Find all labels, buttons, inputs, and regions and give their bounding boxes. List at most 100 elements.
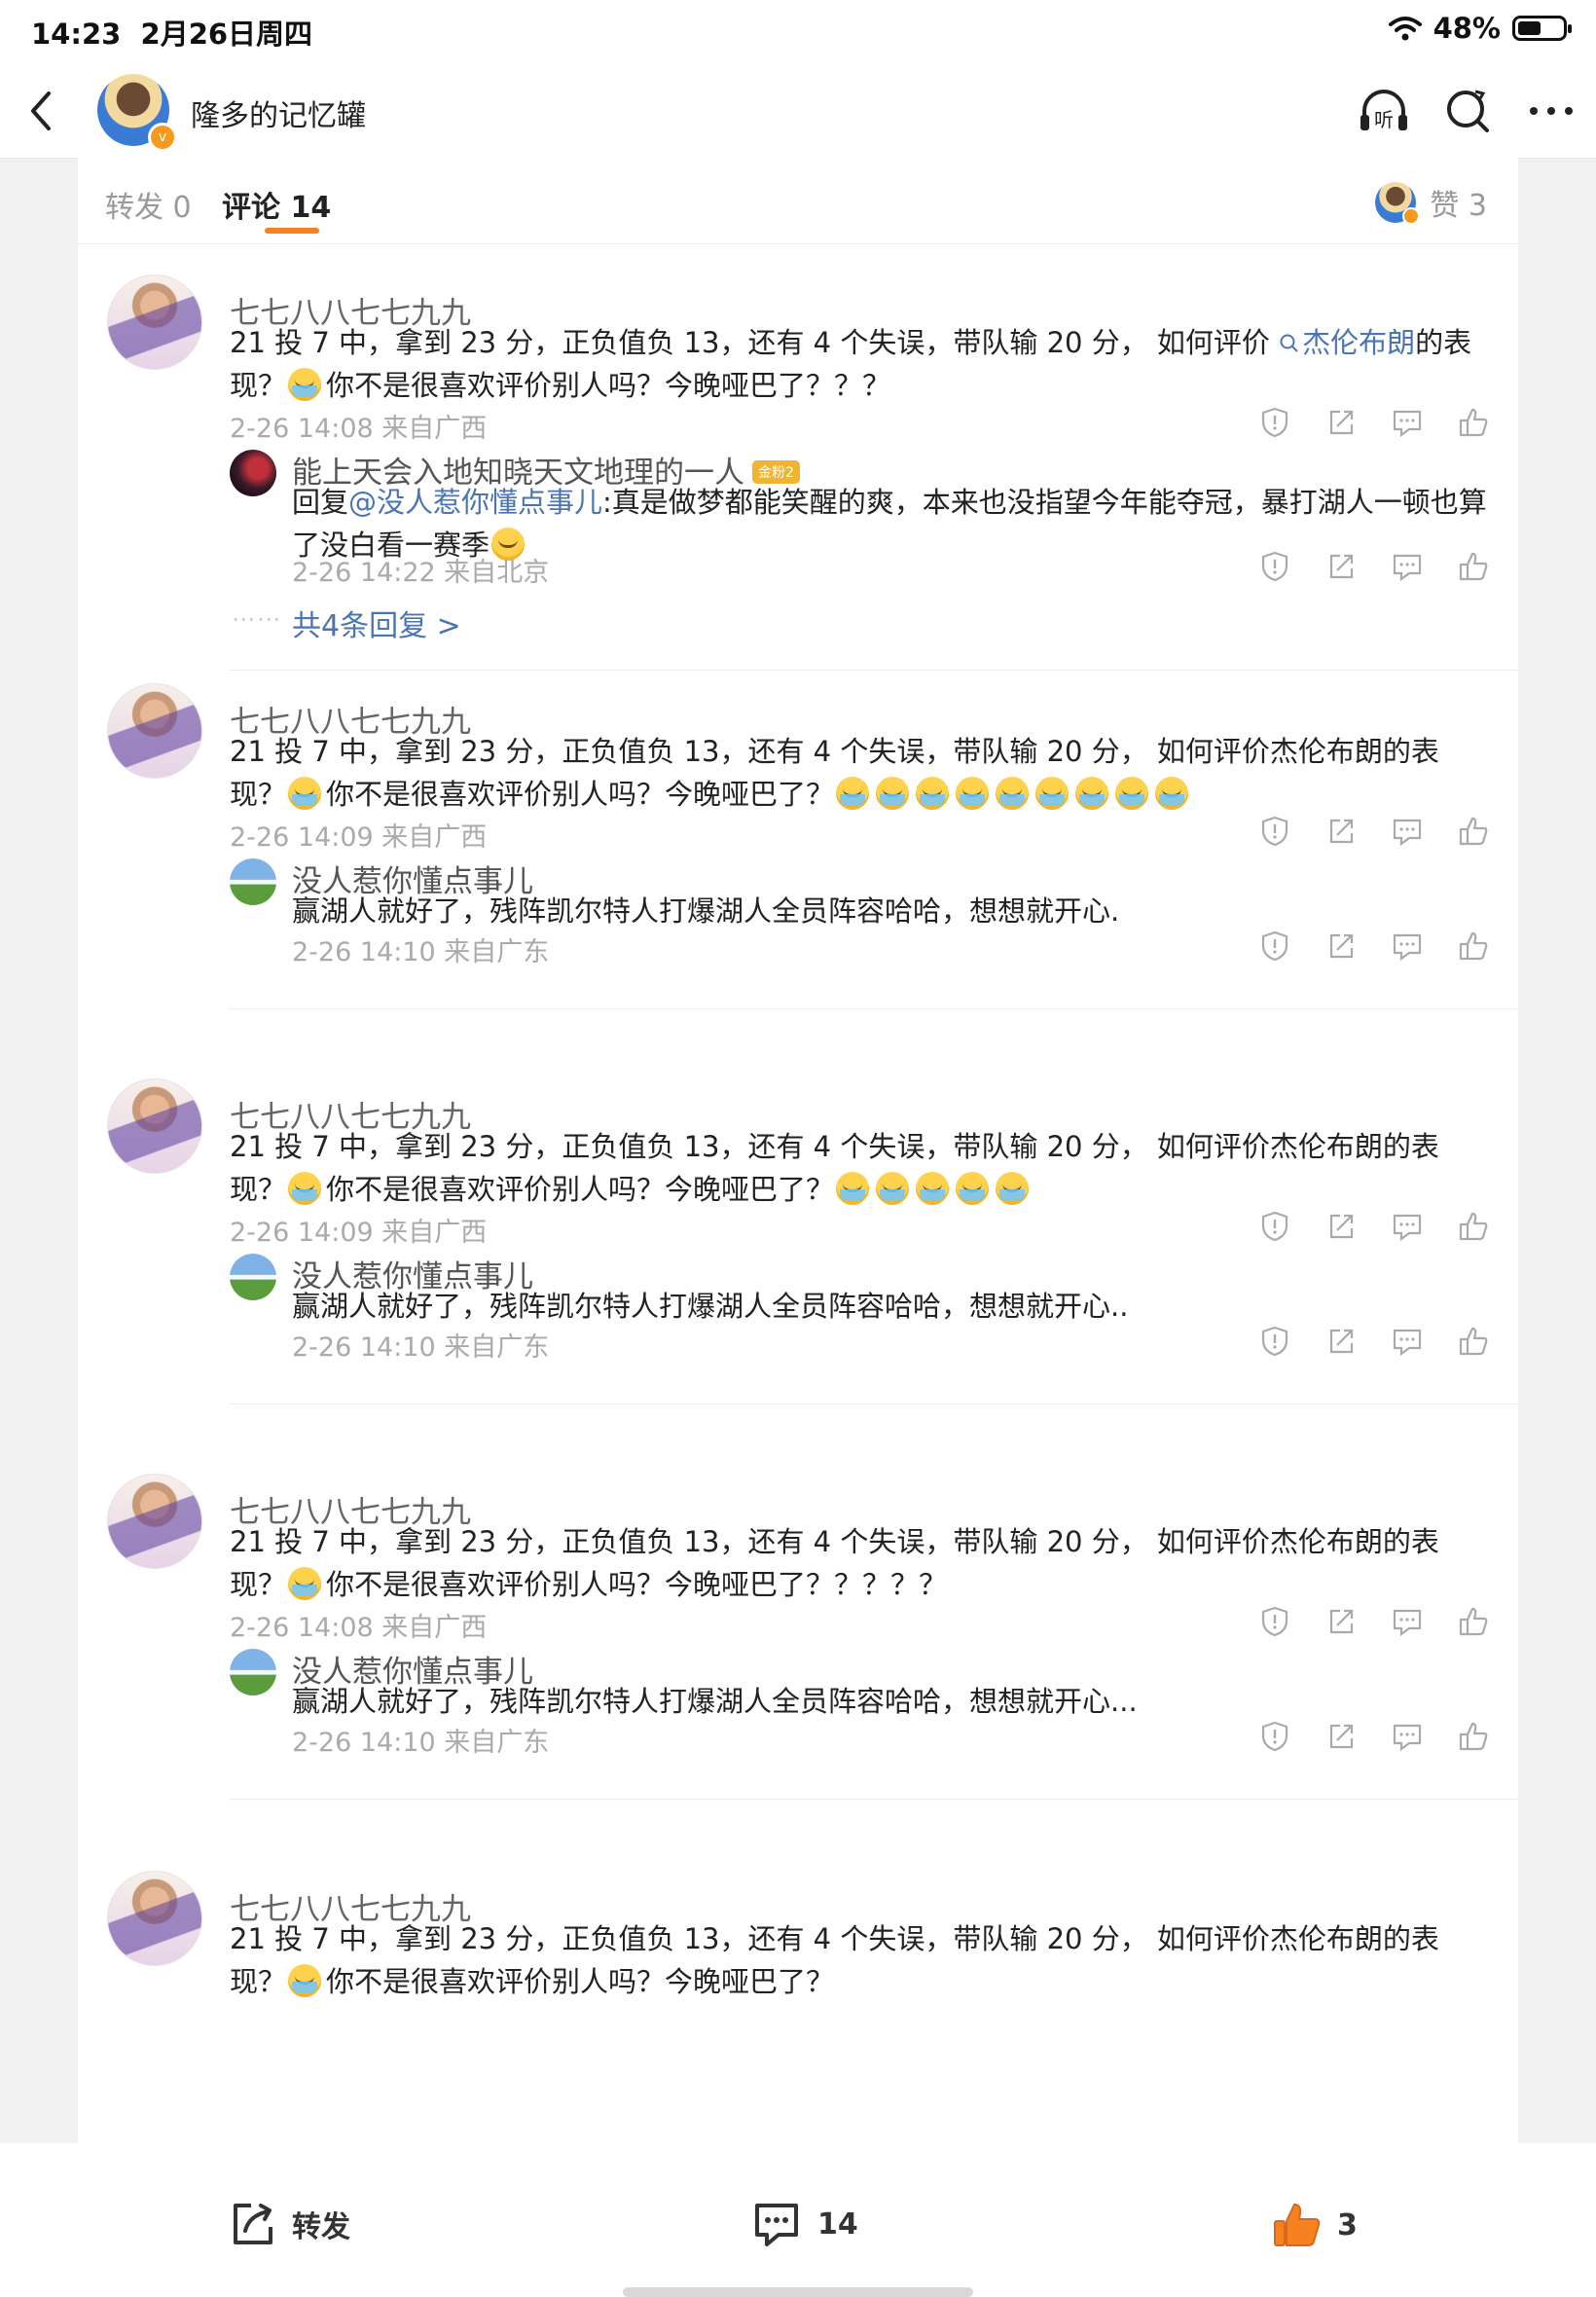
report-icon[interactable] <box>1259 407 1290 438</box>
tab-bar: 转发 0 评论 14 赞 3 <box>78 158 1518 244</box>
wifi-icon <box>1388 17 1422 41</box>
report-icon[interactable] <box>1259 930 1290 962</box>
reply-comment-icon[interactable] <box>1392 1211 1423 1242</box>
comment-actions <box>1259 816 1489 847</box>
replier-avatar[interactable] <box>230 1254 276 1300</box>
reply-meta: 2-26 14:10 来自广东 <box>292 1728 550 1758</box>
divider <box>230 1799 1518 1800</box>
thumbs-up-filled-icon <box>1274 2203 1321 2246</box>
comment-icon <box>755 2204 798 2246</box>
reply-comment-icon[interactable] <box>1392 1326 1423 1357</box>
report-icon[interactable] <box>1259 1606 1290 1637</box>
report-icon[interactable] <box>1259 816 1290 847</box>
comment-button[interactable]: 14 <box>751 2200 858 2248</box>
comment-text: 21 投 7 中，拿到 23 分，正负值负 13，还有 4 个失误，带队输 20… <box>230 1130 1439 1206</box>
crying-emoji-icon <box>876 1172 910 1205</box>
commenter-avatar[interactable] <box>107 1078 202 1174</box>
tab-comment[interactable]: 评论 14 <box>222 183 331 234</box>
like-button[interactable]: 3 <box>1271 2200 1358 2250</box>
thumbs-up-icon[interactable] <box>1458 1211 1489 1242</box>
liker-avatar <box>1375 182 1421 225</box>
share-icon[interactable] <box>1325 551 1357 582</box>
reply-comment-icon[interactable] <box>1392 407 1423 438</box>
repost-button[interactable]: 转发 <box>228 2200 350 2248</box>
battery-percent: 48% <box>1433 12 1501 45</box>
share-icon[interactable] <box>1325 1606 1357 1637</box>
thumbs-up-icon[interactable] <box>1458 816 1489 847</box>
crying-emoji-icon <box>836 1172 870 1205</box>
reply-actions <box>1259 930 1489 962</box>
crying-emoji-icon <box>288 1567 322 1600</box>
report-icon[interactable] <box>1259 551 1290 582</box>
commenter-avatar[interactable] <box>107 1474 202 1569</box>
comment-item: 七七八八七七九九 21 投 7 中，拿到 23 分，正负值负 13，还有 4 个… <box>78 274 1518 671</box>
comment-meta: 2-26 14:09 来自广西 <box>230 822 488 853</box>
crying-emoji-icon <box>956 777 990 810</box>
comment-item: 七七八八七七九九 21 投 7 中，拿到 23 分，正负值负 13，还有 4 个… <box>78 683 1518 1053</box>
thumbs-up-icon[interactable] <box>1458 930 1489 962</box>
thumbs-up-icon[interactable] <box>1458 1721 1489 1752</box>
crying-emoji-icon <box>1115 777 1149 810</box>
reply-comment-icon[interactable] <box>1392 816 1423 847</box>
nav-title[interactable]: 隆多的记忆罐 <box>191 91 366 134</box>
reply-actions <box>1259 551 1489 582</box>
report-icon[interactable] <box>1259 1211 1290 1242</box>
reply-comment-icon[interactable] <box>1392 930 1423 962</box>
share-icon[interactable] <box>1325 930 1357 962</box>
report-icon[interactable] <box>1259 1721 1290 1752</box>
more-replies-link[interactable]: 共4条回复 > <box>292 602 461 644</box>
divider <box>230 1008 1518 1009</box>
replier-avatar[interactable] <box>230 450 276 496</box>
comment-meta: 2-26 14:08 来自广西 <box>230 1613 488 1643</box>
topic-link[interactable]: 杰伦布朗 <box>1279 326 1415 359</box>
chevron-left-icon[interactable] <box>19 86 64 136</box>
reply-comment-icon[interactable] <box>1392 1606 1423 1637</box>
share-icon[interactable] <box>1325 407 1357 438</box>
reply-comment-icon[interactable] <box>1392 551 1423 582</box>
headphones-listen-icon[interactable]: 听 <box>1357 84 1411 138</box>
comment-text: 21 投 7 中，拿到 23 分，正负值负 13，还有 4 个失误，带队输 20… <box>230 1922 1439 1998</box>
crying-emoji-icon <box>1035 777 1070 810</box>
comment-meta: 2-26 14:08 来自广西 <box>230 414 488 444</box>
bottom-action-bar: 转发 14 3 <box>0 2143 1596 2297</box>
likes-summary[interactable]: 赞 3 <box>1375 181 1487 225</box>
share-icon[interactable] <box>1325 816 1357 847</box>
thumbs-up-icon[interactable] <box>1458 407 1489 438</box>
share-icon[interactable] <box>1325 1211 1357 1242</box>
crying-emoji-icon <box>288 1172 322 1205</box>
reply-actions <box>1259 1326 1489 1357</box>
mention-link[interactable]: @没人惹你懂点事儿 <box>348 486 602 519</box>
reply-text: 赢湖人就好了，残阵凯尔特人打爆湖人全员阵容哈哈，想想就开心. <box>292 894 1120 928</box>
commenter-avatar[interactable] <box>107 274 202 370</box>
thumbs-up-icon[interactable] <box>1458 1606 1489 1637</box>
reply-comment-icon[interactable] <box>1392 1721 1423 1752</box>
search-icon <box>1280 334 1298 352</box>
crying-emoji-icon <box>288 777 322 810</box>
crying-emoji-icon <box>996 1172 1030 1205</box>
crying-emoji-icon <box>836 777 870 810</box>
status-time: 14:23 2月26日周四 <box>31 18 313 51</box>
reply-text: 赢湖人就好了，残阵凯尔特人打爆湖人全员阵容哈哈，想想就开心... <box>292 1685 1138 1718</box>
replier-avatar[interactable] <box>230 858 276 905</box>
share-icon[interactable] <box>1325 1326 1357 1357</box>
replier-avatar[interactable] <box>230 1649 276 1695</box>
comment-item: 七七八八七七九九 21 投 7 中，拿到 23 分，正负值负 13，还有 4 个… <box>78 1078 1518 1448</box>
crying-emoji-icon <box>956 1172 990 1205</box>
comment-text: 21 投 7 中，拿到 23 分，正负值负 13，还有 4 个失误，带队输 20… <box>230 1525 1439 1601</box>
status-bar: 14:23 2月26日周四 48% <box>0 0 1596 64</box>
thumbs-up-icon[interactable] <box>1458 1326 1489 1357</box>
comment-actions <box>1259 1606 1489 1637</box>
crying-emoji-icon <box>288 1964 322 1997</box>
thumbs-up-icon[interactable] <box>1458 551 1489 582</box>
divider <box>230 670 1518 671</box>
more-icon[interactable] <box>1524 84 1578 138</box>
report-icon[interactable] <box>1259 1326 1290 1357</box>
search-refresh-icon[interactable] <box>1440 84 1495 138</box>
commenter-avatar[interactable] <box>107 683 202 779</box>
tab-underline <box>265 228 319 234</box>
share-icon[interactable] <box>1325 1721 1357 1752</box>
commenter-avatar[interactable] <box>107 1871 202 1966</box>
comment-meta: 2-26 14:09 来自广西 <box>230 1218 488 1248</box>
comment-actions <box>1259 407 1489 438</box>
tab-repost[interactable]: 转发 0 <box>105 183 192 226</box>
